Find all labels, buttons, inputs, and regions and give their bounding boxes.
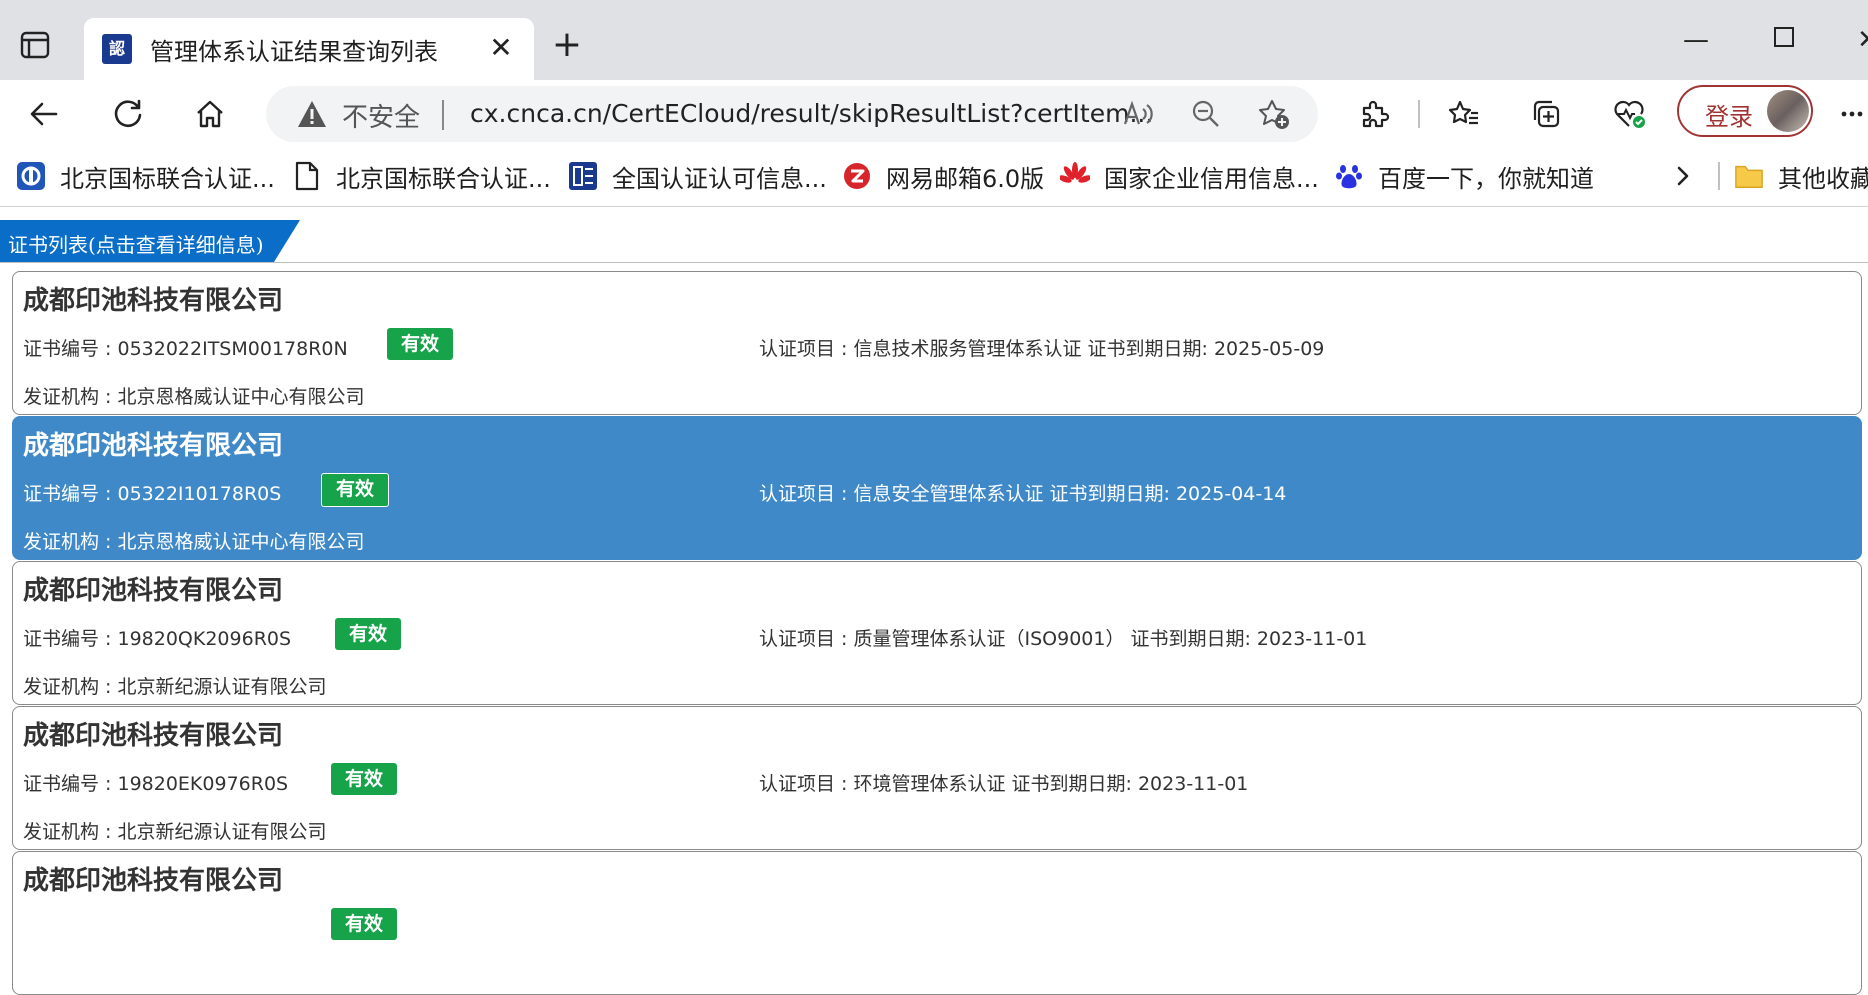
warning-icon[interactable] — [296, 99, 328, 133]
certificate-card[interactable]: 成都印池科技有限公司 有效 — [12, 851, 1862, 995]
address-divider — [442, 100, 444, 130]
other-bookmarks-label: 其他收藏 — [1778, 164, 1868, 193]
security-label[interactable]: 不安全 — [342, 97, 420, 134]
tab-strip: 認 管理体系认证结果查询列表 ✕ + — ✕ — [0, 0, 1868, 80]
bookmark-label: 北京国标联合认证... — [336, 164, 551, 193]
certificate-number: 证书编号 : 19820QK2096R0S — [23, 628, 292, 650]
favorites-icon[interactable] — [1442, 92, 1486, 136]
certificate-card[interactable]: 成都印池科技有限公司 证书编号 : 19820EK0976R0S 有效 认证项目… — [12, 706, 1862, 850]
avatar — [1767, 90, 1809, 132]
minimize-icon[interactable]: — — [1676, 22, 1716, 58]
certification-item: 认证项目 : 信息安全管理体系认证 证书到期日期: 2025-04-14 — [759, 483, 1287, 505]
section-header: 证书列表(点击查看详细信息) — [0, 220, 1868, 263]
certificate-card[interactable]: 成都印池科技有限公司 证书编号 : 0532022ITSM00178R0N 有效… — [12, 271, 1862, 415]
tab-actions-icon[interactable] — [18, 28, 52, 62]
certification-item: 认证项目 : 环境管理体系认证 证书到期日期: 2023-11-01 — [759, 773, 1249, 795]
browser-essentials-icon[interactable] — [1608, 92, 1652, 136]
browser-tab-active[interactable]: 認 管理体系认证结果查询列表 ✕ — [84, 18, 534, 80]
cnca-icon — [568, 161, 598, 191]
bookmark-label: 百度一下，你就知道 — [1378, 164, 1594, 193]
navigation-toolbar: 不安全 cx.cnca.cn/CertECloud/result/skipRes… — [0, 80, 1868, 146]
collections-icon[interactable] — [1524, 92, 1568, 136]
refresh-icon[interactable] — [106, 92, 150, 136]
bookmark-item[interactable]: 网易邮箱6.0版 — [842, 160, 1045, 193]
company-name: 成都印池科技有限公司 — [23, 576, 284, 606]
bookmark-item[interactable]: 国家企业信用信息... — [1060, 160, 1319, 193]
new-tab-button[interactable]: + — [548, 27, 586, 66]
maximize-icon[interactable] — [1764, 22, 1804, 58]
company-name: 成都印池科技有限公司 — [23, 431, 284, 461]
cnca-icon: 認 — [102, 34, 132, 64]
certificate-number: 证书编号 : 0532022ITSM00178R0N — [23, 338, 348, 360]
bookmark-label: 国家企业信用信息... — [1104, 164, 1319, 193]
bookmarks-bar: 北京国标联合认证... 北京国标联合认证... 全国认证认可信息... 网易邮箱… — [0, 146, 1868, 207]
add-favorite-icon[interactable] — [1252, 92, 1296, 136]
bookmark-label: 全国认证认可信息... — [612, 164, 827, 193]
company-name: 成都印池科技有限公司 — [23, 286, 284, 316]
other-bookmarks-folder[interactable]: 其他收藏 — [1734, 160, 1868, 193]
close-tab-icon[interactable]: ✕ — [484, 31, 518, 65]
login-label: 登录 — [1705, 103, 1753, 131]
status-badge: 有效 — [321, 473, 390, 507]
issuing-body: 发证机构 : 北京恩格威认证中心有限公司 — [23, 386, 365, 408]
bookmarks-overflow-chevron-icon[interactable] — [1670, 160, 1696, 192]
close-window-icon[interactable]: ✕ — [1848, 22, 1868, 58]
bookmark-item[interactable]: 全国认证认可信息... — [568, 160, 827, 193]
read-aloud-icon[interactable] — [1116, 92, 1160, 136]
page-content: 证书列表(点击查看详细信息) 成都印池科技有限公司 证书编号 : 0532022… — [0, 214, 1868, 995]
huawei-icon — [1060, 161, 1090, 191]
zoom-out-icon[interactable] — [1184, 92, 1228, 136]
certificate-card-selected[interactable]: 成都印池科技有限公司 证书编号 : 05322I10178R0S 有效 认证项目… — [12, 416, 1862, 560]
status-badge: 有效 — [335, 618, 402, 650]
address-bar[interactable]: 不安全 cx.cnca.cn/CertECloud/result/skipRes… — [266, 86, 1318, 142]
home-icon[interactable] — [188, 92, 232, 136]
tab-title: 管理体系认证结果查询列表 — [150, 38, 438, 66]
page-icon — [292, 161, 322, 191]
bgcert-icon — [16, 161, 46, 191]
more-menu-icon[interactable] — [1836, 92, 1868, 136]
baidu-paw-icon — [1334, 161, 1364, 191]
section-title: 证书列表(点击查看详细信息) — [8, 233, 264, 257]
bookmark-item[interactable]: 百度一下，你就知道 — [1334, 160, 1594, 193]
extensions-icon[interactable] — [1352, 92, 1396, 136]
bookmark-item[interactable]: 北京国标联合认证... — [292, 160, 551, 193]
bookmark-item[interactable]: 北京国标联合认证... — [16, 160, 275, 193]
issuing-body: 发证机构 : 北京新纪源认证有限公司 — [23, 821, 327, 843]
login-button[interactable]: 登录 — [1677, 85, 1813, 137]
status-badge: 有效 — [387, 328, 454, 360]
company-name: 成都印池科技有限公司 — [23, 866, 284, 896]
issuing-body: 发证机构 : 北京恩格威认证中心有限公司 — [23, 531, 365, 553]
certificate-card[interactable]: 成都印池科技有限公司 证书编号 : 19820QK2096R0S 有效 认证项目… — [12, 561, 1862, 705]
bookmark-label: 北京国标联合认证... — [60, 164, 275, 193]
folder-icon — [1734, 161, 1764, 191]
certificate-number: 证书编号 : 05322I10178R0S — [23, 483, 282, 505]
toolbar-divider — [1418, 100, 1420, 128]
company-name: 成都印池科技有限公司 — [23, 721, 284, 751]
url-text[interactable]: cx.cnca.cn/CertECloud/result/skipResultL… — [470, 99, 1153, 128]
certification-item: 认证项目 : 信息技术服务管理体系认证 证书到期日期: 2025-05-09 — [759, 338, 1325, 360]
status-badge: 有效 — [331, 908, 398, 940]
back-icon[interactable] — [22, 92, 66, 136]
netease-icon — [842, 161, 872, 191]
certification-item: 认证项目 : 质量管理体系认证（ISO9001） 证书到期日期: 2023-11… — [759, 628, 1368, 650]
status-badge: 有效 — [331, 763, 398, 795]
bookmarks-divider — [1718, 162, 1720, 190]
issuing-body: 发证机构 : 北京新纪源认证有限公司 — [23, 676, 327, 698]
certificate-number: 证书编号 : 19820EK0976R0S — [23, 773, 289, 795]
bookmark-label: 网易邮箱6.0版 — [886, 164, 1045, 193]
